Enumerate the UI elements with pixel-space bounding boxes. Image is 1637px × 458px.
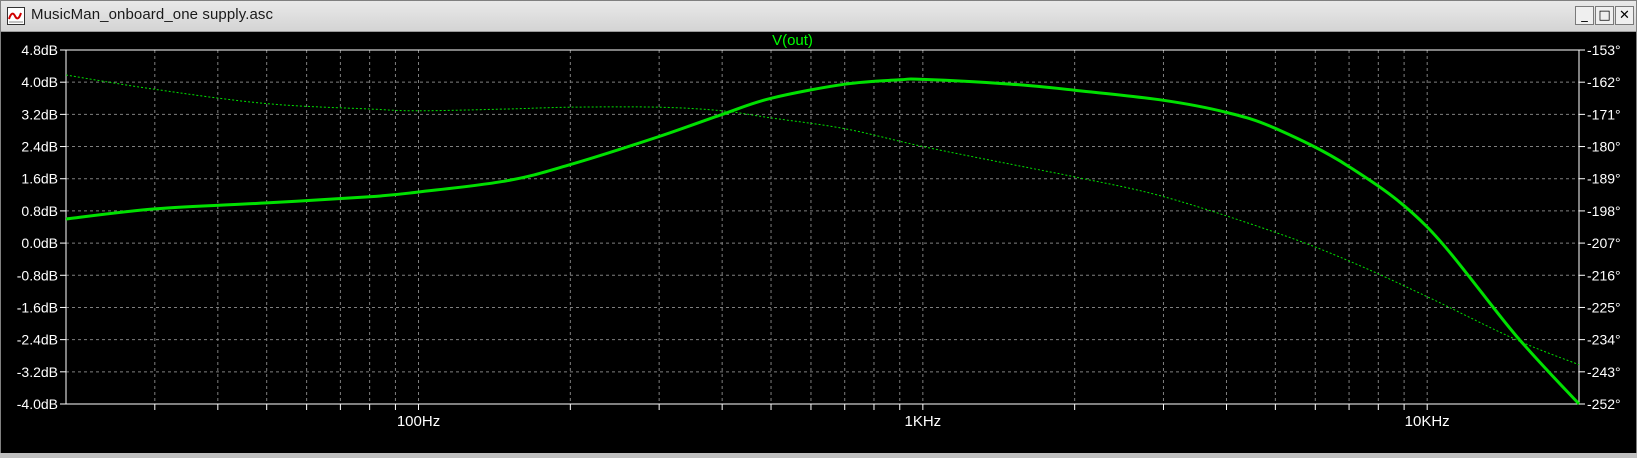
y-right-tick-label: -180° xyxy=(1587,139,1621,155)
y-right-tick-label: -216° xyxy=(1587,267,1621,283)
y-right-tick-label: -225° xyxy=(1587,299,1621,315)
window-title: MusicMan_onboard_one supply.asc xyxy=(31,6,274,23)
y-right-tick-label: -252° xyxy=(1587,396,1621,412)
y-left-tick-label: 4.8dB xyxy=(21,42,58,58)
phase-trace xyxy=(65,74,1580,366)
close-button[interactable]: ✕ xyxy=(1615,6,1634,25)
trace-label[interactable]: V(out) xyxy=(772,32,813,49)
y-left-tick-label: 0.8dB xyxy=(21,203,58,219)
y-left-tick-label: -0.8dB xyxy=(17,267,58,283)
y-left-tick-label: 2.4dB xyxy=(21,139,58,155)
waveform-window: MusicMan_onboard_one supply.asc _ □ ✕ 4.… xyxy=(0,0,1637,453)
x-tick-label: 10KHz xyxy=(1405,413,1450,430)
y-left-tick-label: -4.0dB xyxy=(17,396,58,412)
plot-area[interactable]: 4.8dB -153° 4.0dB -162° 3.2dB -171° 2.4dB -180°… xyxy=(1,32,1636,453)
waveform-icon xyxy=(7,7,25,25)
title-bar[interactable]: MusicMan_onboard_one supply.asc _ □ ✕ xyxy=(1,1,1636,32)
y-left-tick-label: -2.4dB xyxy=(17,332,58,348)
y-left-tick-label: 3.2dB xyxy=(21,106,58,122)
y-left-tick-label: -3.2dB xyxy=(17,364,58,380)
y-left-tick-label: 1.6dB xyxy=(21,171,58,187)
x-tick-label: 1KHz xyxy=(905,413,942,430)
bode-plot[interactable]: 4.8dB -153° 4.0dB -162° 3.2dB -171° 2.4dB -180°… xyxy=(1,32,1636,453)
x-tick-label: 100Hz xyxy=(397,413,440,430)
y-right-tick-label: -234° xyxy=(1587,332,1621,348)
minimize-button[interactable]: _ xyxy=(1575,6,1594,25)
magnitude-trace xyxy=(65,77,1581,406)
y-right-tick-label: -162° xyxy=(1587,74,1621,90)
y-left-tick-label: -1.6dB xyxy=(17,299,58,315)
plot-grid xyxy=(66,50,1579,404)
y-right-tick-label: -243° xyxy=(1587,364,1621,380)
maximize-button[interactable]: □ xyxy=(1595,6,1614,25)
y-right-tick-label: -198° xyxy=(1587,203,1621,219)
plot-traces xyxy=(65,74,1581,406)
y-left-tick-label: 4.0dB xyxy=(21,74,58,90)
y-right-tick-label: -189° xyxy=(1587,171,1621,187)
y-right-tick-label: -207° xyxy=(1587,235,1621,251)
y-right-tick-label: -171° xyxy=(1587,106,1621,122)
y-right-tick-label: -153° xyxy=(1587,42,1621,58)
plot-frame xyxy=(65,49,1580,405)
y-left-tick-label: 0.0dB xyxy=(21,235,58,251)
